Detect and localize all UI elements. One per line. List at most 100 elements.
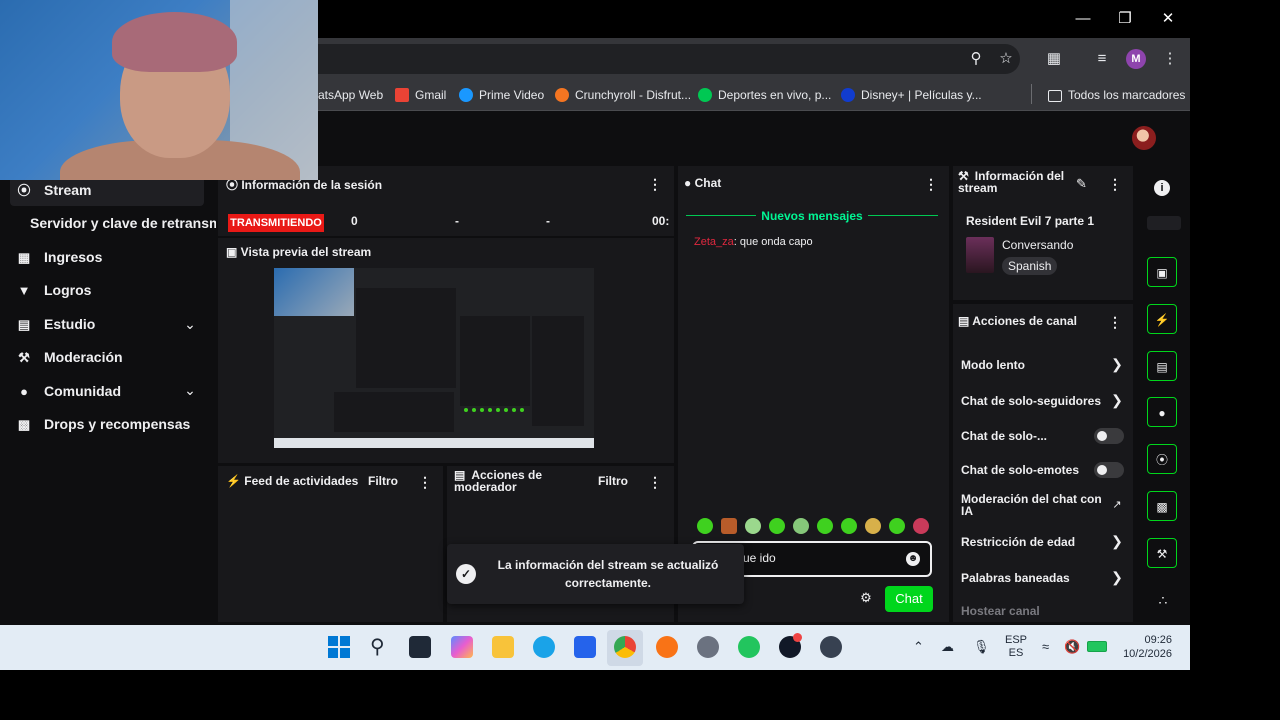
emote-icon[interactable]: [865, 518, 881, 534]
host-channel-label[interactable]: Hostear canal: [961, 604, 1040, 618]
age-restriction-label[interactable]: Restricción de edad: [961, 535, 1075, 549]
emote-icon[interactable]: [769, 518, 785, 534]
chevron-right-icon[interactable]: ❯: [1110, 392, 1124, 409]
chat-icon[interactable]: ●: [1147, 397, 1177, 427]
trophy-icon: ▼: [17, 283, 31, 298]
notes-icon[interactable]: ▤: [1147, 351, 1177, 381]
sidebar-item-ingresos[interactable]: ▦ Ingresos: [16, 245, 103, 269]
emote-icon[interactable]: [841, 518, 857, 534]
all-bookmarks[interactable]: Todos los marcadores: [1048, 80, 1185, 110]
followers-only-label[interactable]: Chat de solo-seguidores: [961, 394, 1101, 408]
emote-icon[interactable]: [817, 518, 833, 534]
emote-icon[interactable]: [913, 518, 929, 534]
settings-icon[interactable]: [697, 636, 719, 658]
layout-icon[interactable]: ▩: [1147, 491, 1177, 521]
chat-more-icon[interactable]: ⋮: [924, 176, 938, 193]
chat-title: ● Chat: [684, 176, 722, 190]
bookmark-prime-video[interactable]: Prime Video: [459, 80, 544, 110]
activity-more-icon[interactable]: ⋮: [418, 474, 432, 491]
sidebar-item-estudio[interactable]: ▤ Estudio: [16, 312, 96, 336]
sidebar-item-logros[interactable]: ▼ Logros: [16, 278, 92, 302]
edge-icon[interactable]: [533, 636, 555, 658]
edit-pencil-icon[interactable]: ✎: [1076, 176, 1087, 192]
sidebar-item-moderacion[interactable]: ⚒ Moderación: [16, 345, 122, 369]
utorrent-icon[interactable]: [738, 636, 760, 658]
search-icon[interactable]: ⚲: [370, 634, 385, 659]
extensions-icon[interactable]: ▦: [1044, 50, 1064, 68]
task-view-icon[interactable]: [409, 636, 431, 658]
avast-icon[interactable]: [656, 636, 678, 658]
stream-category[interactable]: Conversando: [1002, 238, 1073, 252]
sidebar-item-server-key[interactable]: Servidor y clave de retransm: [30, 211, 216, 235]
sidebar-item-drops[interactable]: ▩ Drops y recompensas: [16, 412, 190, 436]
copilot-icon[interactable]: [451, 636, 473, 658]
chevron-right-icon[interactable]: ❯: [1110, 533, 1124, 550]
bookmark-deportes[interactable]: Deportes en vivo, p...: [698, 80, 831, 110]
emote-icon[interactable]: [745, 518, 761, 534]
more-icon[interactable]: ∴: [1154, 592, 1172, 608]
chrome-icon[interactable]: [614, 636, 636, 658]
wifi-icon[interactable]: ≈: [1042, 639, 1049, 654]
emote-icon[interactable]: [721, 518, 737, 534]
windows-start-icon[interactable]: [328, 636, 350, 658]
lightning-icon[interactable]: ⚡: [1147, 304, 1177, 334]
emote-icon[interactable]: [793, 518, 809, 534]
maximize-button[interactable]: ❐: [1110, 8, 1140, 30]
address-bar[interactable]: [300, 44, 1020, 74]
emote-only-toggle[interactable]: [1094, 462, 1124, 478]
bookmark-gmail[interactable]: Gmail: [395, 80, 446, 110]
clock[interactable]: 09:26 10/2/2026: [1120, 633, 1172, 661]
bookmark-disney[interactable]: Disney+ | Películas y...: [841, 80, 982, 110]
speaker-muted-icon[interactable]: 🔇: [1064, 639, 1080, 655]
cloud-off-icon[interactable]: ☁: [941, 639, 954, 655]
external-link-icon[interactable]: ↗: [1110, 498, 1124, 511]
activity-filter-button[interactable]: Filtro: [368, 474, 398, 488]
chevron-down-icon[interactable]: ⌄: [182, 382, 198, 398]
chevron-right-icon[interactable]: ❯: [1110, 356, 1124, 373]
chat-username[interactable]: Zeta_za: [694, 236, 734, 248]
gear-icon[interactable]: ⚙: [858, 590, 874, 606]
broadcast-icon[interactable]: ⦿: [1147, 444, 1177, 474]
wrench-icon[interactable]: ⚒: [1147, 538, 1177, 568]
sidebar-item-stream[interactable]: ⦿ Stream: [16, 178, 91, 202]
notes-icon: ▤: [958, 314, 973, 328]
search-icon[interactable]: ⚲: [966, 50, 986, 68]
slow-mode-label[interactable]: Modo lento: [961, 358, 1025, 372]
profile-icon[interactable]: M: [1126, 49, 1146, 69]
bookmark-whatsapp[interactable]: atsApp Web: [318, 80, 383, 110]
close-button[interactable]: ✕: [1153, 8, 1183, 30]
chevron-right-icon[interactable]: ❯: [1110, 569, 1124, 586]
info-icon[interactable]: i: [1154, 180, 1170, 196]
store-icon[interactable]: [574, 636, 596, 658]
session-more-icon[interactable]: ⋮: [648, 176, 662, 193]
minimize-button[interactable]: —: [1068, 8, 1098, 30]
stream-info-more-icon[interactable]: ⋮: [1108, 176, 1122, 193]
chevron-up-icon[interactable]: ⌃: [913, 639, 924, 655]
stream-preview-video[interactable]: [274, 268, 594, 448]
microphone-icon[interactable]: 🎙: [973, 639, 990, 655]
stream-tag[interactable]: Spanish: [1002, 257, 1058, 275]
menu-icon[interactable]: ⋮: [1160, 50, 1180, 68]
chat-send-button[interactable]: Chat: [885, 586, 933, 612]
banned-words-label[interactable]: Palabras baneadas: [961, 571, 1070, 585]
mod-actions-more-icon[interactable]: ⋮: [648, 474, 662, 491]
chevron-down-icon[interactable]: ⌄: [182, 316, 198, 332]
media-icon[interactable]: ≡: [1092, 50, 1112, 68]
subs-only-toggle[interactable]: [1094, 428, 1124, 444]
emote-icon[interactable]: [889, 518, 905, 534]
clip-icon[interactable]: ▣: [1147, 257, 1177, 287]
star-icon[interactable]: ☆: [996, 50, 1016, 68]
user-avatar[interactable]: [1132, 126, 1156, 150]
emote-icon[interactable]: [697, 518, 713, 534]
category-thumbnail[interactable]: [966, 237, 994, 273]
language-indicator[interactable]: ESP ES: [1005, 634, 1027, 660]
channel-actions-more-icon[interactable]: ⋮: [1108, 314, 1122, 331]
emote-picker-icon[interactable]: ☻: [906, 552, 920, 566]
mod-actions-filter-button[interactable]: Filtro: [598, 474, 628, 488]
ai-moderation-label[interactable]: Moderación del chat con IA: [961, 493, 1106, 517]
sidebar-item-comunidad[interactable]: ● Comunidad: [16, 379, 121, 403]
file-explorer-icon[interactable]: [492, 636, 514, 658]
game-icon[interactable]: [820, 636, 842, 658]
battery-icon[interactable]: [1087, 641, 1107, 652]
bookmark-crunchyroll[interactable]: Crunchyroll - Disfrut...: [555, 80, 691, 110]
